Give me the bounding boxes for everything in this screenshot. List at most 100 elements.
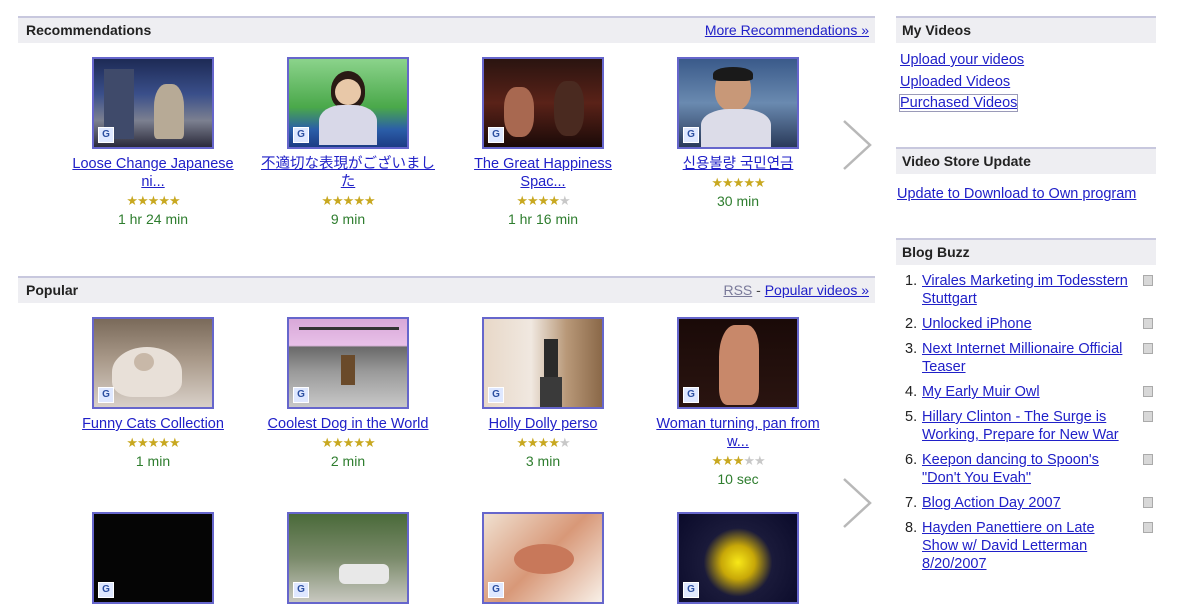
stars-empty: ★ [558,193,571,208]
popular-header: Popular RSS - Popular videos » [18,276,875,303]
star-rating: ★★★★★ [643,175,833,191]
video-title[interactable]: 신용불량 국민연금 [643,155,833,173]
blog-item-link[interactable]: Hillary Clinton - The Surge is Working, … [922,408,1128,444]
purchased-videos-link[interactable]: Purchased Videos [898,94,1019,112]
popular-videos-link[interactable]: Popular videos » [765,282,869,298]
video-duration: 9 min [330,211,366,227]
video-badge-icon: G [683,582,699,598]
blog-entry-icon[interactable] [1143,275,1153,286]
blog-buzz-title: Blog Buzz [902,244,970,260]
blog-item-number: 5. [905,409,918,425]
video-badge-icon: G [293,582,309,598]
video-title[interactable]: The Great Happiness Spac... [448,155,638,191]
blog-entry-icon[interactable] [1143,411,1153,422]
video-thumbnail[interactable]: G [92,57,214,149]
blog-entry-icon[interactable] [1143,522,1153,533]
blog-item-link[interactable]: Hayden Panettiere on Late Show w/ David … [922,519,1128,573]
popular-video-card[interactable]: G Woman turning, pan from w... ★★★★★ 10 … [643,317,833,487]
upload-videos-link[interactable]: Upload your videos [900,52,1024,68]
video-badge-icon: G [683,387,699,403]
stars-filled: ★★★ [711,453,744,468]
video-duration: 1 hr 16 min [507,211,579,227]
stars-empty: ★ [558,435,571,450]
star-rating: ★★★★★ [253,193,443,209]
separator: - [756,282,761,298]
rss-link[interactable]: RSS [723,282,752,298]
blog-item-number: 4. [905,384,918,400]
stars-filled: ★★★★★ [321,435,375,450]
chevron-right-icon[interactable] [840,477,874,529]
blog-entry-icon[interactable] [1143,454,1153,465]
video-duration: 1 min [135,453,171,469]
blog-item-link[interactable]: Keepon dancing to Spoon's "Don't You Eva… [922,451,1128,487]
popular-video-card[interactable]: G Funny Cats Collection ★★★★★ 1 min [58,317,248,469]
store-update-links: Update to Download to Own program [897,184,1136,206]
star-rating: ★★★★★ [448,193,638,209]
video-thumbnail[interactable]: G [287,57,409,149]
video-badge-icon: G [98,387,114,403]
video-title[interactable]: Loose Change Japanese ni... [58,155,248,191]
video-title[interactable]: Woman turning, pan from w... [643,415,833,451]
popular-video-card[interactable]: G [58,512,248,604]
video-thumbnail[interactable]: G [287,512,409,604]
video-thumbnail[interactable]: G [482,57,604,149]
blog-item-number: 1. [905,273,918,289]
blog-entry-icon[interactable] [1143,318,1153,329]
blog-entry-icon[interactable] [1143,386,1153,397]
download-to-own-link[interactable]: Update to Download to Own program [897,186,1136,202]
blog-item: 7. Blog Action Day 2007 [900,494,1160,512]
video-thumbnail[interactable]: G [677,512,799,604]
popular-video-card[interactable]: G [253,512,443,604]
blog-item-number: 7. [905,495,918,511]
blog-item-link[interactable]: Unlocked iPhone [922,315,1128,333]
video-duration: 30 min [716,193,760,209]
star-rating: ★★★★★ [448,435,638,451]
blog-item: 4. My Early Muir Owl [900,383,1160,401]
video-badge-icon: G [98,127,114,143]
blog-buzz-header: Blog Buzz [896,238,1156,265]
video-thumbnail[interactable]: G [92,512,214,604]
video-duration: 2 min [330,453,366,469]
store-update-header: Video Store Update [896,147,1156,174]
blog-item: 1. Virales Marketing im Todesstern Stutt… [900,272,1160,308]
video-thumbnail[interactable]: G [287,317,409,409]
blog-entry-icon[interactable] [1143,343,1153,354]
video-title[interactable]: Funny Cats Collection [58,415,248,433]
video-duration: 10 sec [717,471,759,487]
stars-filled: ★★★★★ [711,175,765,190]
video-title[interactable]: Holly Dolly perso [448,415,638,433]
video-badge-icon: G [683,127,699,143]
video-thumbnail[interactable]: G [677,317,799,409]
rec-video-card[interactable]: G 不適切な表現がございました ★★★★★ 9 min [253,57,443,227]
blog-item-link[interactable]: Next Internet Millionaire Official Tease… [922,340,1128,376]
video-duration: 3 min [525,453,561,469]
blog-entry-icon[interactable] [1143,497,1153,508]
blog-item-number: 6. [905,452,918,468]
stars-filled: ★★★★★ [126,435,180,450]
popular-video-card[interactable]: G [643,512,833,604]
video-thumbnail[interactable]: G [482,512,604,604]
video-title[interactable]: Coolest Dog in the World [253,415,443,433]
more-recommendations-link[interactable]: More Recommendations » [705,22,869,38]
chevron-right-icon[interactable] [840,119,874,171]
video-thumbnail[interactable]: G [677,57,799,149]
my-videos-title: My Videos [902,22,971,38]
video-thumbnail[interactable]: G [482,317,604,409]
rec-video-card[interactable]: G Loose Change Japanese ni... ★★★★★ 1 hr… [58,57,248,227]
video-thumbnail[interactable]: G [92,317,214,409]
video-title[interactable]: 不適切な表現がございました [253,155,443,191]
video-badge-icon: G [488,387,504,403]
blog-item-link[interactable]: Virales Marketing im Todesstern Stuttgar… [922,272,1128,308]
popular-video-card[interactable]: G Coolest Dog in the World ★★★★★ 2 min [253,317,443,469]
popular-video-card[interactable]: G [448,512,638,604]
uploaded-videos-link[interactable]: Uploaded Videos [900,74,1010,90]
popular-video-card[interactable]: G Holly Dolly perso ★★★★★ 3 min [448,317,638,469]
blog-item-link[interactable]: My Early Muir Owl [922,383,1128,401]
video-badge-icon: G [293,387,309,403]
rec-video-card[interactable]: G 신용불량 국민연금 ★★★★★ 30 min [643,57,833,209]
blog-item: 3. Next Internet Millionaire Official Te… [900,340,1160,376]
blog-item: 6. Keepon dancing to Spoon's "Don't You … [900,451,1160,487]
video-badge-icon: G [488,582,504,598]
blog-item-link[interactable]: Blog Action Day 2007 [922,494,1128,512]
rec-video-card[interactable]: G The Great Happiness Spac... ★★★★★ 1 hr… [448,57,638,227]
